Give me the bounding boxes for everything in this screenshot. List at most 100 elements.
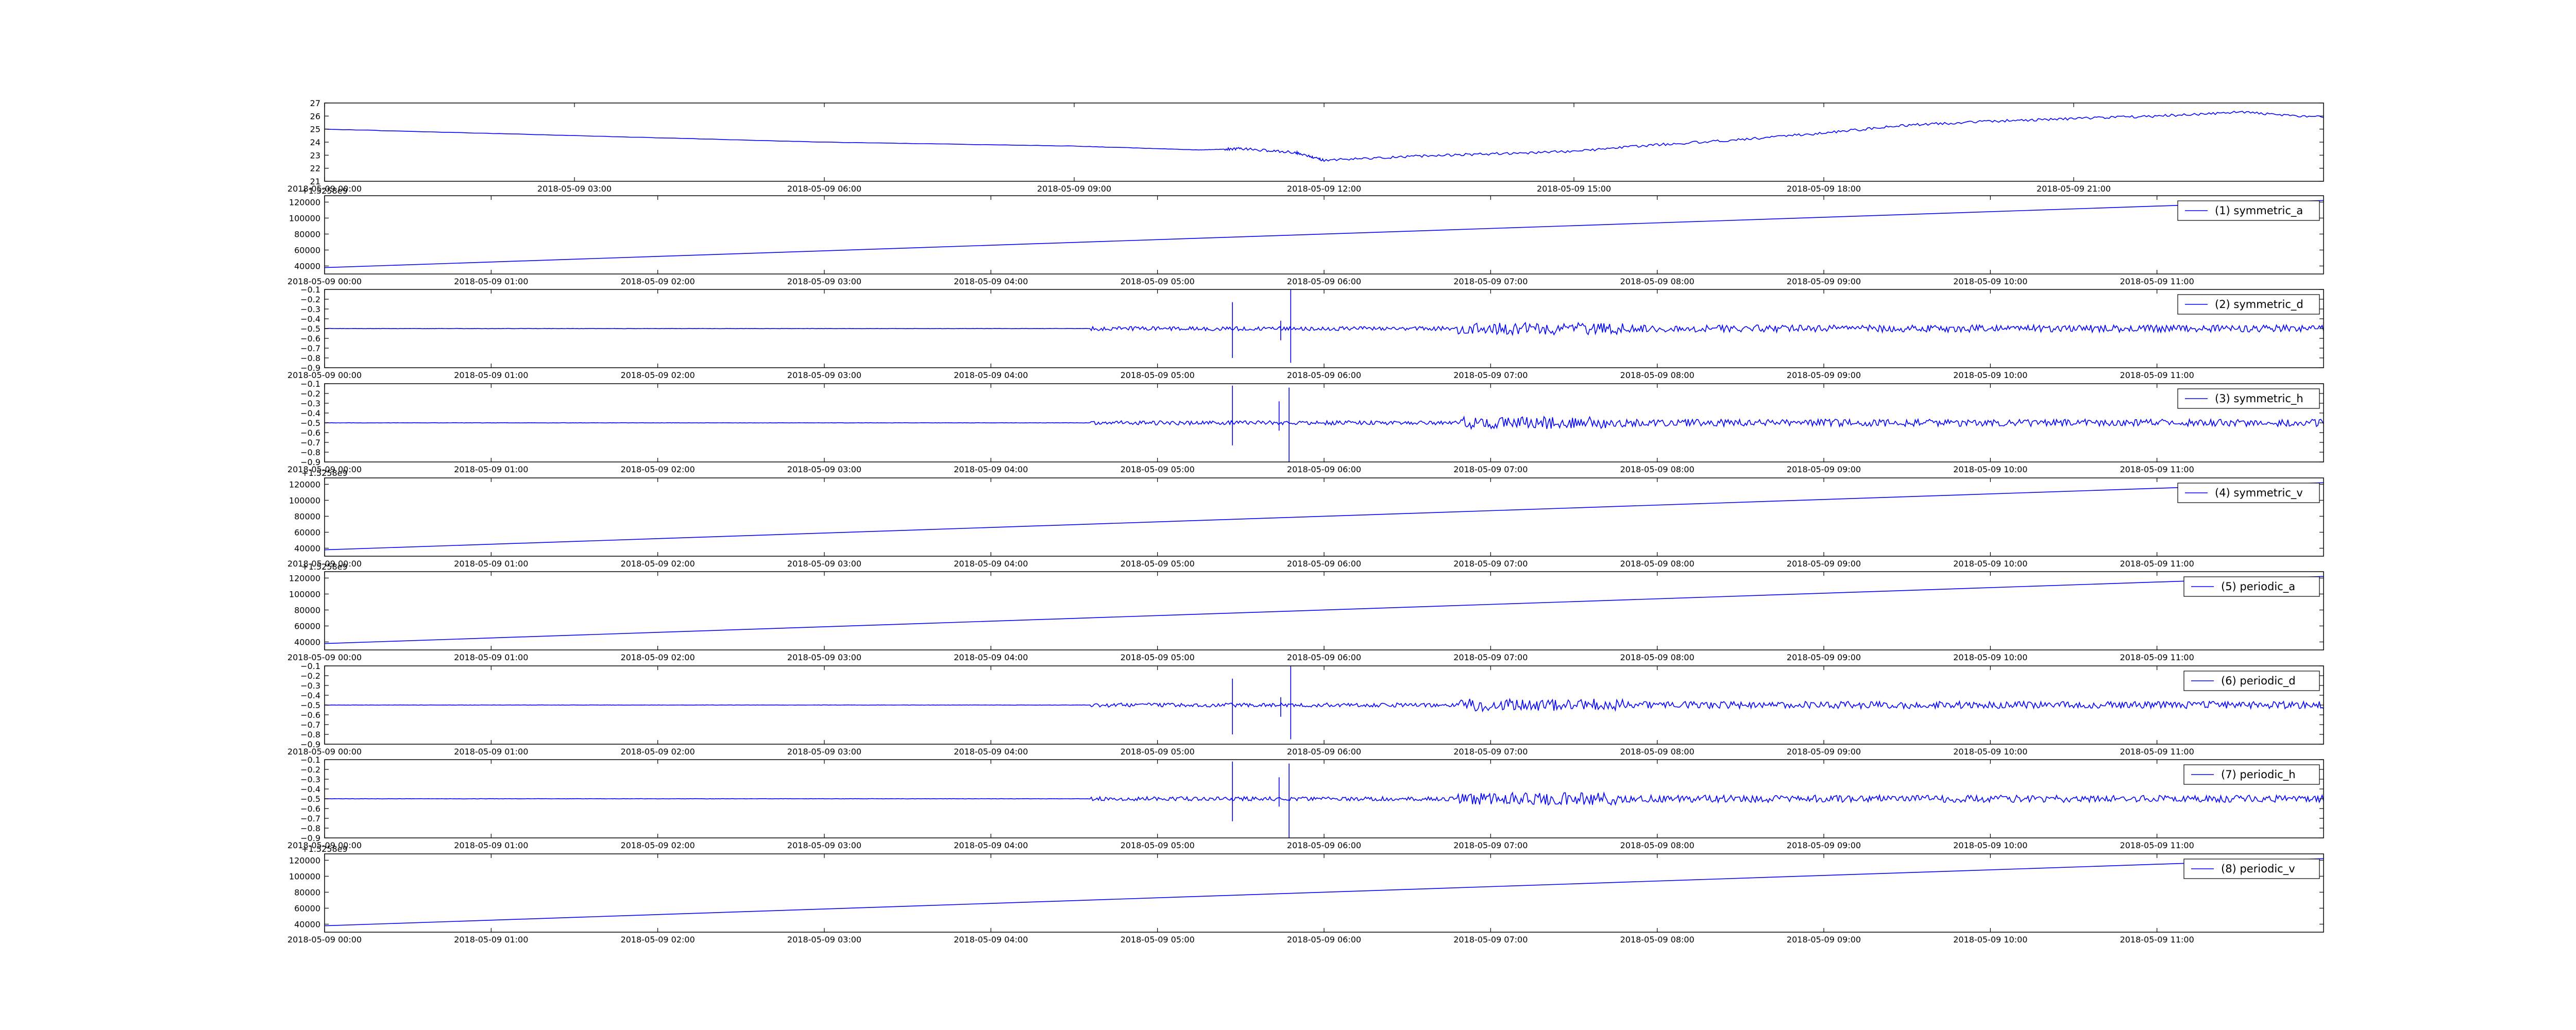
- y-tick-label: −0.6: [300, 804, 320, 814]
- x-tick-label: 2018-05-09 02:00: [621, 840, 695, 850]
- x-tick-label: 2018-05-09 01:00: [454, 653, 528, 662]
- x-tick-label: 2018-05-09 07:00: [1453, 559, 1528, 569]
- y-tick-label: −0.4: [300, 314, 320, 324]
- y-tick-label: −0.2: [300, 765, 320, 775]
- y-tick-label: −0.8: [300, 730, 320, 740]
- legend-label: (8) periodic_v: [2221, 863, 2295, 876]
- x-tick-label: 2018-05-09 01:00: [454, 559, 528, 569]
- x-tick-label: 2018-05-09 01:00: [454, 840, 528, 850]
- y-tick-label: −0.5: [300, 794, 320, 804]
- x-tick-label: 2018-05-09 09:00: [1787, 370, 1861, 380]
- x-tick-label: 2018-05-09 08:00: [1620, 465, 1694, 474]
- x-tick-label: 2018-05-09 12:00: [1287, 184, 1361, 194]
- x-tick-label: 2018-05-09 10:00: [1953, 935, 2027, 945]
- y-tick-label: 40000: [294, 543, 320, 553]
- x-tick-label: 2018-05-09 11:00: [2120, 559, 2194, 569]
- x-tick-label: 2018-05-09 10:00: [1953, 370, 2027, 380]
- x-tick-label: 2018-05-09 11:00: [2120, 653, 2194, 662]
- x-tick-label: 2018-05-09 00:00: [287, 747, 362, 757]
- x-tick-label: 2018-05-09 07:00: [1453, 840, 1528, 850]
- x-tick-label: 2018-05-09 09:00: [1787, 653, 1861, 662]
- x-tick-label: 2018-05-09 05:00: [1121, 840, 1195, 850]
- x-tick-label: 2018-05-09 11:00: [2120, 935, 2194, 945]
- y-tick-label: −0.2: [300, 671, 320, 681]
- x-tick-label: 2018-05-09 02:00: [621, 465, 695, 474]
- y-tick-label: 120000: [289, 479, 320, 489]
- y-tick-label: 120000: [289, 573, 320, 583]
- x-tick-label: 2018-05-09 04:00: [954, 370, 1028, 380]
- x-tick-label: 2018-05-09 04:00: [954, 747, 1028, 757]
- x-tick-label: 2018-05-09 07:00: [1453, 277, 1528, 286]
- x-tick-label: 2018-05-09 03:00: [787, 935, 861, 945]
- x-tick-label: 2018-05-09 07:00: [1453, 465, 1528, 474]
- y-tick-label: −0.8: [300, 823, 320, 833]
- y-tick-label: −0.7: [300, 720, 320, 730]
- x-tick-label: 2018-05-09 05:00: [1121, 935, 1195, 945]
- x-tick-label: 2018-05-09 08:00: [1620, 747, 1694, 757]
- x-tick-label: 2018-05-09 18:00: [1787, 184, 1861, 194]
- x-tick-label: 2018-05-09 06:00: [1287, 370, 1361, 380]
- x-tick-label: 2018-05-09 06:00: [1287, 559, 1361, 569]
- x-tick-label: 2018-05-09 05:00: [1121, 559, 1195, 569]
- x-tick-label: 2018-05-09 00:00: [287, 277, 362, 286]
- y-tick-label: −0.4: [300, 784, 320, 794]
- y-offset-text: +1.5258e9: [301, 562, 347, 572]
- x-tick-label: 2018-05-09 04:00: [954, 465, 1028, 474]
- y-tick-label: −0.3: [300, 681, 320, 691]
- x-tick-label: 2018-05-09 07:00: [1453, 747, 1528, 757]
- x-tick-label: 2018-05-09 02:00: [621, 559, 695, 569]
- x-tick-label: 2018-05-09 00:00: [287, 653, 362, 662]
- x-tick-label: 2018-05-09 03:00: [787, 559, 861, 569]
- x-tick-label: 2018-05-09 00:00: [287, 370, 362, 380]
- legend-label: (3) symmetric_h: [2215, 392, 2303, 405]
- x-tick-label: 2018-05-09 06:00: [1287, 840, 1361, 850]
- x-tick-label: 2018-05-09 04:00: [954, 653, 1028, 662]
- x-tick-label: 2018-05-09 11:00: [2120, 747, 2194, 757]
- x-tick-label: 2018-05-09 08:00: [1620, 935, 1694, 945]
- y-tick-label: −0.1: [300, 285, 320, 295]
- x-tick-label: 2018-05-09 02:00: [621, 653, 695, 662]
- y-tick-label: −0.4: [300, 691, 320, 700]
- x-tick-label: 2018-05-09 01:00: [454, 465, 528, 474]
- x-tick-label: 2018-05-09 05:00: [1121, 747, 1195, 757]
- y-tick-label: 80000: [294, 511, 320, 521]
- x-tick-label: 2018-05-09 08:00: [1620, 653, 1694, 662]
- x-tick-label: 2018-05-09 08:00: [1620, 370, 1694, 380]
- x-tick-label: 2018-05-09 09:00: [1037, 184, 1111, 194]
- x-tick-label: 2018-05-09 07:00: [1453, 935, 1528, 945]
- x-tick-label: 2018-05-09 07:00: [1453, 653, 1528, 662]
- x-tick-label: 2018-05-09 02:00: [621, 370, 695, 380]
- y-tick-label: −0.1: [300, 755, 320, 765]
- x-tick-label: 2018-05-09 07:00: [1453, 370, 1528, 380]
- x-tick-label: 2018-05-09 11:00: [2120, 840, 2194, 850]
- y-tick-label: −0.7: [300, 814, 320, 823]
- x-tick-label: 2018-05-09 06:00: [1287, 653, 1361, 662]
- x-tick-label: 2018-05-09 08:00: [1620, 559, 1694, 569]
- y-tick-label: 100000: [289, 589, 320, 599]
- y-tick-label: −0.3: [300, 775, 320, 784]
- x-tick-label: 2018-05-09 04:00: [954, 277, 1028, 286]
- y-tick-label: −0.7: [300, 438, 320, 448]
- y-tick-label: −0.5: [300, 324, 320, 334]
- y-tick-label: 60000: [294, 621, 320, 631]
- y-offset-text: +1.5258e9: [301, 468, 347, 478]
- x-tick-label: 2018-05-09 03:00: [787, 465, 861, 474]
- y-tick-label: 120000: [289, 197, 320, 207]
- y-offset-text: +1.5258e9: [301, 844, 347, 854]
- x-tick-label: 2018-05-09 06:00: [1287, 465, 1361, 474]
- figure-canvas: 212223242526272018-05-09 00:00 2018-05-09…: [0, 0, 2576, 1030]
- y-tick-label: −0.7: [300, 344, 320, 353]
- x-tick-label: 2018-05-09 01:00: [454, 935, 528, 945]
- legend-label: (4) symmetric_v: [2215, 487, 2303, 500]
- y-tick-label: −0.4: [300, 408, 320, 418]
- x-tick-label: 2018-05-09 10:00: [1953, 653, 2027, 662]
- x-tick-label: 2018-05-09 00:00: [287, 935, 362, 945]
- legend-label: (2) symmetric_d: [2215, 298, 2303, 311]
- y-tick-label: 60000: [294, 527, 320, 537]
- y-tick-label: −0.5: [300, 700, 320, 710]
- y-tick-label: −0.5: [300, 418, 320, 428]
- x-tick-label: 2018-05-09 10:00: [1953, 277, 2027, 286]
- y-tick-label: −0.3: [300, 304, 320, 314]
- x-tick-label: 2018-05-09 05:00: [1121, 465, 1195, 474]
- y-tick-label: 22: [310, 164, 320, 174]
